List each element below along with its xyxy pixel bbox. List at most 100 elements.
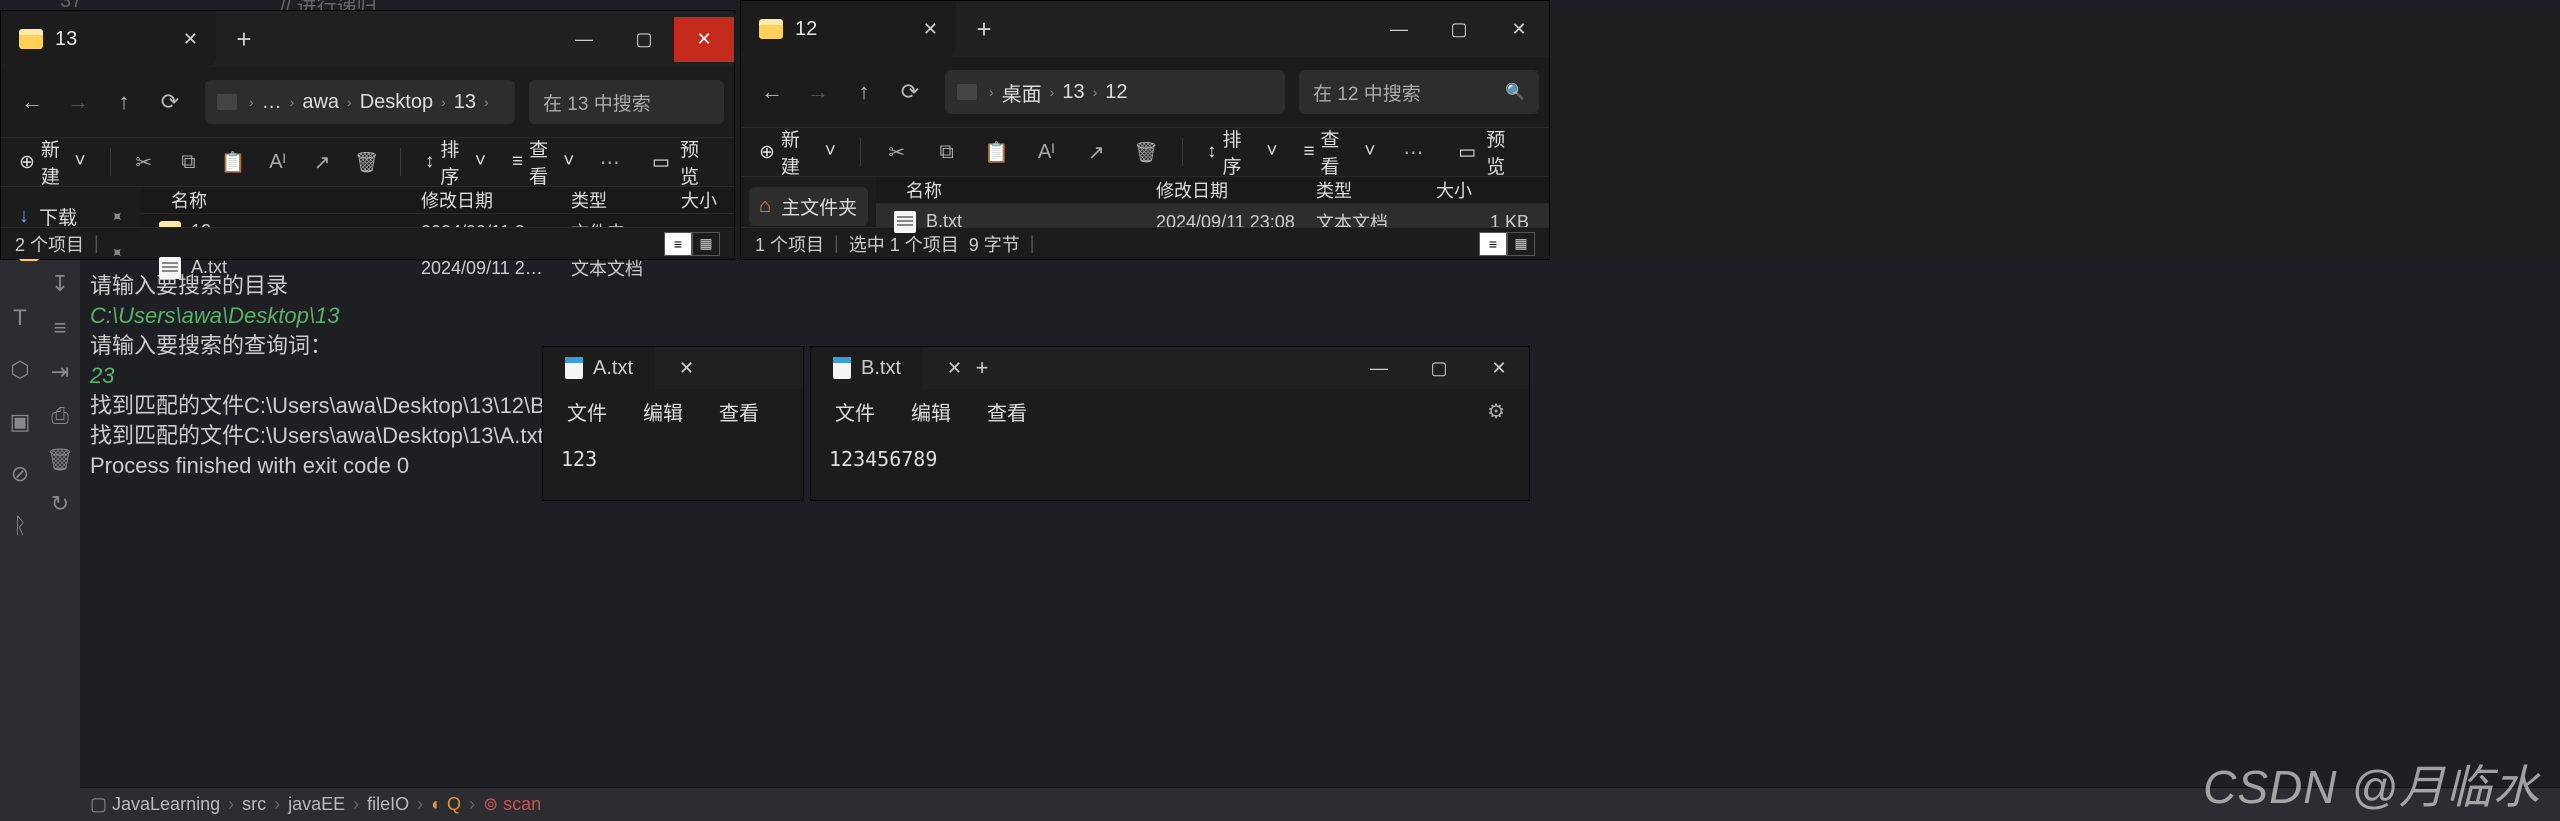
new-tab-button[interactable]: + [956,14,1012,45]
close-window-button[interactable]: ✕ [1489,7,1549,52]
minimize-button[interactable]: — [1369,7,1429,52]
menu-edit[interactable]: 编辑 [911,397,951,426]
more-icon[interactable]: ⋯ [1393,136,1433,168]
crumb[interactable]: 13 [454,91,476,114]
breadcrumb-item[interactable]: javaEE [288,794,345,815]
cut-icon[interactable]: ✂ [877,136,917,168]
vcs-tool-icon[interactable]: ᚱ [13,513,26,539]
new-tab-button[interactable]: + [216,24,272,55]
column-headers[interactable]: 名称 修改日期 类型 大小 [876,177,1549,204]
menu-view[interactable]: 查看 [719,397,759,426]
text-tool-icon[interactable]: T [13,305,26,331]
col-name[interactable]: 名称 [141,187,411,213]
close-window-button[interactable]: ✕ [674,17,734,62]
col-name[interactable]: 名称 [876,177,1146,203]
forward-button[interactable]: → [57,81,99,123]
console-output[interactable]: 请输入要搜索的目录C:\Users\awa\Desktop\13请输入要搜索的查… [80,259,2560,787]
breadcrumb-item[interactable]: src [242,794,266,815]
details-view-icon[interactable]: ≡ [664,232,692,256]
delete-icon[interactable]: 🗑 [1126,136,1166,168]
delete-icon[interactable]: 🗑 [349,146,384,178]
sort-button[interactable]: ↕ 排序 ˅ [417,131,494,193]
breadcrumb-bar[interactable]: › …› awa› Desktop› 13› [205,80,515,124]
close-tab-icon[interactable]: ✕ [923,19,938,40]
search-icon[interactable]: 🔍 [1505,82,1525,102]
trash-icon[interactable]: 🗑 [46,447,74,473]
minimize-button[interactable]: — [1349,346,1409,391]
filter-icon[interactable]: ⇥ [51,359,69,385]
view-button[interactable]: ≡ 查看 ˅ [1295,121,1383,183]
paste-icon[interactable]: 📋 [977,136,1017,168]
refresh-button[interactable]: ⟳ [889,71,931,113]
preview-button[interactable]: ▭ 预览 [637,135,724,189]
up-button[interactable]: ↑ [103,81,145,123]
preview-button[interactable]: ▭ 预览 [1443,125,1539,179]
list-icon[interactable]: ≡ [54,315,67,341]
minimize-button[interactable]: — [554,17,614,62]
copy-icon[interactable]: ⧉ [927,136,967,168]
col-date[interactable]: 修改日期 [1146,177,1306,203]
terminal-tool-icon[interactable]: ▣ [10,409,31,435]
tiles-view-icon[interactable]: ▦ [692,232,720,256]
copy-icon[interactable]: ⧉ [171,146,206,178]
sort-button[interactable]: ↕ 排序 ˅ [1199,121,1285,183]
col-type[interactable]: 类型 [561,187,671,213]
menu-view[interactable]: 查看 [987,397,1027,426]
window-tab[interactable]: 12 ✕ [741,1,956,57]
col-type[interactable]: 类型 [1306,177,1426,203]
notepad-tab[interactable]: A.txt [543,347,655,389]
close-window-button[interactable]: ✕ [1469,346,1529,391]
rename-icon[interactable]: Aᴵ [1026,136,1066,168]
crumb[interactable]: … [262,91,282,114]
view-button[interactable]: ≡ 查看 ˅ [504,131,582,193]
menu-edit[interactable]: 编辑 [643,397,683,426]
pin-icon[interactable]: ✦ [104,205,128,229]
close-tab-icon[interactable]: ✕ [679,358,694,379]
col-size[interactable]: 大小 [671,187,734,213]
ide-breadcrumb[interactable]: JavaLearning› src› javaEE› fileIO› ◐ Q› … [80,787,2560,821]
close-tab-icon[interactable]: ✕ [183,29,198,50]
details-view-icon[interactable]: ≡ [1479,232,1507,256]
crumb[interactable]: 13 [1062,81,1084,104]
breadcrumb-class[interactable]: ◐ Q [431,794,461,815]
collapse-icon[interactable]: ↧ [51,271,69,297]
notepad-content[interactable]: 123 [543,433,803,500]
up-button[interactable]: ↑ [843,71,885,113]
new-tab-button[interactable]: + [962,355,1002,381]
forward-button[interactable]: → [797,71,839,113]
share-icon[interactable]: ↗ [305,146,340,178]
notepad-content[interactable]: 123456789 [811,433,1529,500]
new-button[interactable]: ⊕ 新建 ˅ [751,121,844,183]
rename-icon[interactable]: Aᴵ [260,146,295,178]
crumb[interactable]: 12 [1105,81,1127,104]
maximize-button[interactable]: ▢ [1429,7,1489,52]
print-icon[interactable]: ⎙ [51,403,69,429]
crumb[interactable]: awa [302,91,339,114]
hex-tool-icon[interactable]: ⬡ [10,357,29,383]
crumb[interactable]: Desktop [360,91,433,114]
sidebar-item-home[interactable]: ⌂ 主文件夹 [749,187,868,226]
paste-icon[interactable]: 📋 [216,146,251,178]
more-icon[interactable]: ⋯ [592,146,627,178]
crumb[interactable]: 桌面 [1002,78,1042,107]
search-box[interactable]: 在 12 中搜索 🔍 [1299,70,1539,114]
view-toggle[interactable]: ≡ ▦ [1479,232,1535,256]
refresh-button[interactable]: ⟳ [149,81,191,123]
breadcrumb-bar[interactable]: › 桌面› 13› 12 [945,70,1285,114]
search-box[interactable]: 在 13 中搜索 [529,80,724,124]
cut-icon[interactable]: ✂ [126,146,161,178]
warning-tool-icon[interactable]: ⊘ [11,461,29,487]
new-button[interactable]: ⊕ 新建 ˅ [11,131,94,193]
breadcrumb-item[interactable]: fileIO [367,794,409,815]
window-tab[interactable]: 13 ✕ [1,11,216,67]
maximize-button[interactable]: ▢ [614,17,674,62]
breadcrumb-method[interactable]: ⊚ scan [483,794,541,815]
menu-file[interactable]: 文件 [835,397,875,426]
share-icon[interactable]: ↗ [1076,136,1116,168]
close-tab-icon[interactable]: ✕ [947,358,962,379]
tiles-view-icon[interactable]: ▦ [1507,232,1535,256]
back-button[interactable]: ← [751,71,793,113]
settings-icon[interactable]: ⚙ [1487,399,1505,424]
back-button[interactable]: ← [11,81,53,123]
col-size[interactable]: 大小 [1426,177,1549,203]
